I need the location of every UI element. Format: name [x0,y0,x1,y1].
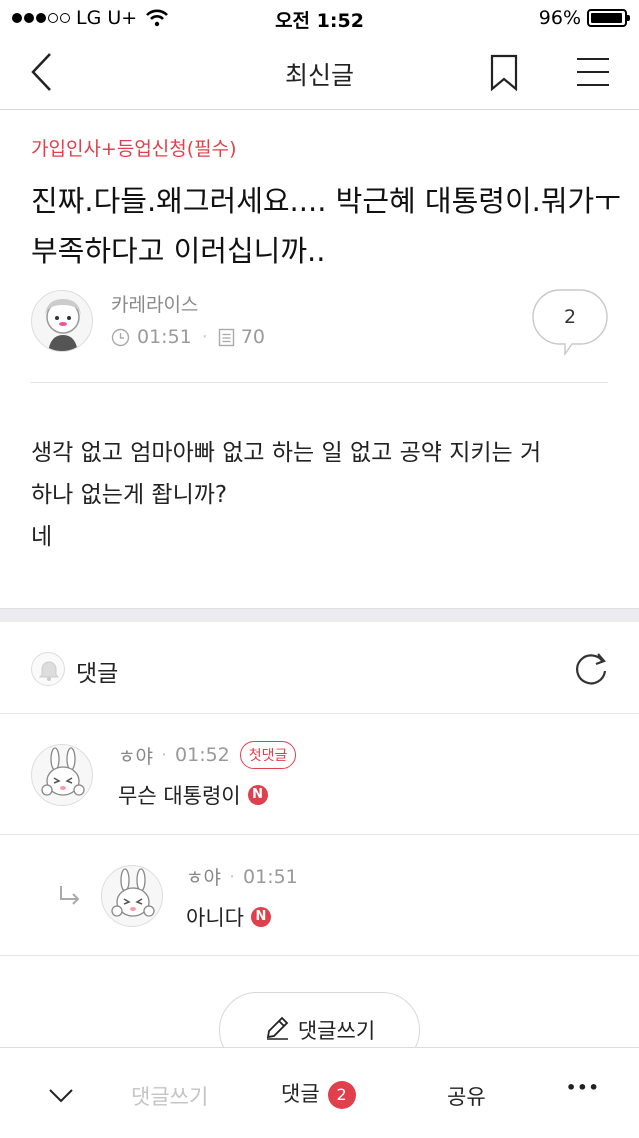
toolbar-share[interactable]: 공유 [447,1081,486,1111]
bookmark-icon[interactable] [489,54,519,92]
post-views: 70 [240,326,265,348]
comment-author[interactable]: ㅎ야 [186,863,221,890]
first-comment-badge: 첫댓글 [239,741,297,769]
battery-area: 96% [538,7,630,29]
meta-separator: · [228,865,236,888]
comments-header: 댓글 [0,622,639,714]
menu-icon[interactable] [576,56,610,88]
more-icon[interactable]: ••• [566,1078,600,1097]
comment-count: 2 [563,306,577,328]
comment-body: 무슨 대통령이 [118,784,241,808]
notification-bell-button[interactable] [31,652,65,686]
meta-separator: · [201,326,208,348]
bell-icon [38,661,60,681]
rabbit-avatar-icon [111,868,155,917]
comment-meta: ㅎ야 · 01:51 [186,863,298,890]
post-body-line: 하나 없는게 좝니까? [31,482,228,508]
comment-time: 01:51 [243,865,298,888]
comment-author[interactable]: ㅎ야 [118,742,153,769]
new-badge: N [247,785,268,805]
toolbar-write-comment[interactable]: 댓글쓰기 [131,1081,208,1111]
battery-icon [587,9,630,27]
refresh-icon[interactable] [572,650,610,688]
comment-text[interactable]: 무슨 대통령이 N [118,780,268,810]
bottom-toolbar: 댓글쓰기 댓글 2 공유 ••• [0,1047,639,1138]
commenter-avatar[interactable] [31,744,93,806]
commenter-avatar[interactable] [101,865,163,927]
pencil-icon [266,1016,289,1040]
battery-percent: 96% [538,7,581,29]
rabbit-avatar-icon [41,747,85,796]
comments-label: 댓글 [76,661,119,687]
post-category[interactable]: 가입인사+등업신청(필수) [31,134,237,161]
toolbar-comments-label: 댓글 [281,1082,320,1106]
meta-separator: · [160,744,168,766]
views-icon [218,328,235,346]
comment-body: 아니다 [186,906,244,930]
post-body-line: 생각 없고 엄마아빠 없고 하는 일 없고 공약 지키는 거 [31,440,542,466]
write-comment-label: 댓글쓰기 [297,1019,376,1043]
page-title: 최신글 [284,61,354,90]
comment-item: ㅎ야 · 01:52 첫댓글 무슨 대통령이 N [0,714,639,835]
post-body: 생각 없고 엄마아빠 없고 하는 일 없고 공약 지키는 거 하나 없는게 좝니… [31,432,611,558]
author-avatar[interactable] [31,290,93,352]
nav-bar: 최신글 [0,36,639,110]
chevron-down-icon[interactable] [48,1088,74,1104]
post-title: 진짜.다들.왜그러세요.... 박근혜 대통령이.뭐가ㅜ부족하다고 이러십니까.… [31,184,621,268]
section-divider [0,608,639,622]
comment-meta: ㅎ야 · 01:52 첫댓글 [118,741,297,769]
author-name[interactable]: 카레라이스 [111,290,198,317]
header-divider [31,382,608,383]
reply-arrow-icon [60,886,80,905]
post-meta: 01:51 · 70 [111,326,265,348]
toolbar-comments[interactable]: 댓글 2 [281,1078,356,1109]
post-body-line: 네 [31,524,53,550]
clock-icon [111,328,130,346]
new-badge: N [250,907,271,927]
post-time: 01:51 [137,326,192,348]
comment-count-bubble[interactable]: 2 [532,289,608,357]
avatar-character-icon [45,299,81,351]
comment-time: 01:52 [175,744,230,766]
status-bar: LG U+ 오전 1:52 96% [0,0,639,36]
comment-text[interactable]: 아니다 N [186,902,271,932]
reply-item: ㅎ야 · 01:51 아니다 N [0,835,639,956]
comments-count-badge: 2 [327,1081,356,1109]
